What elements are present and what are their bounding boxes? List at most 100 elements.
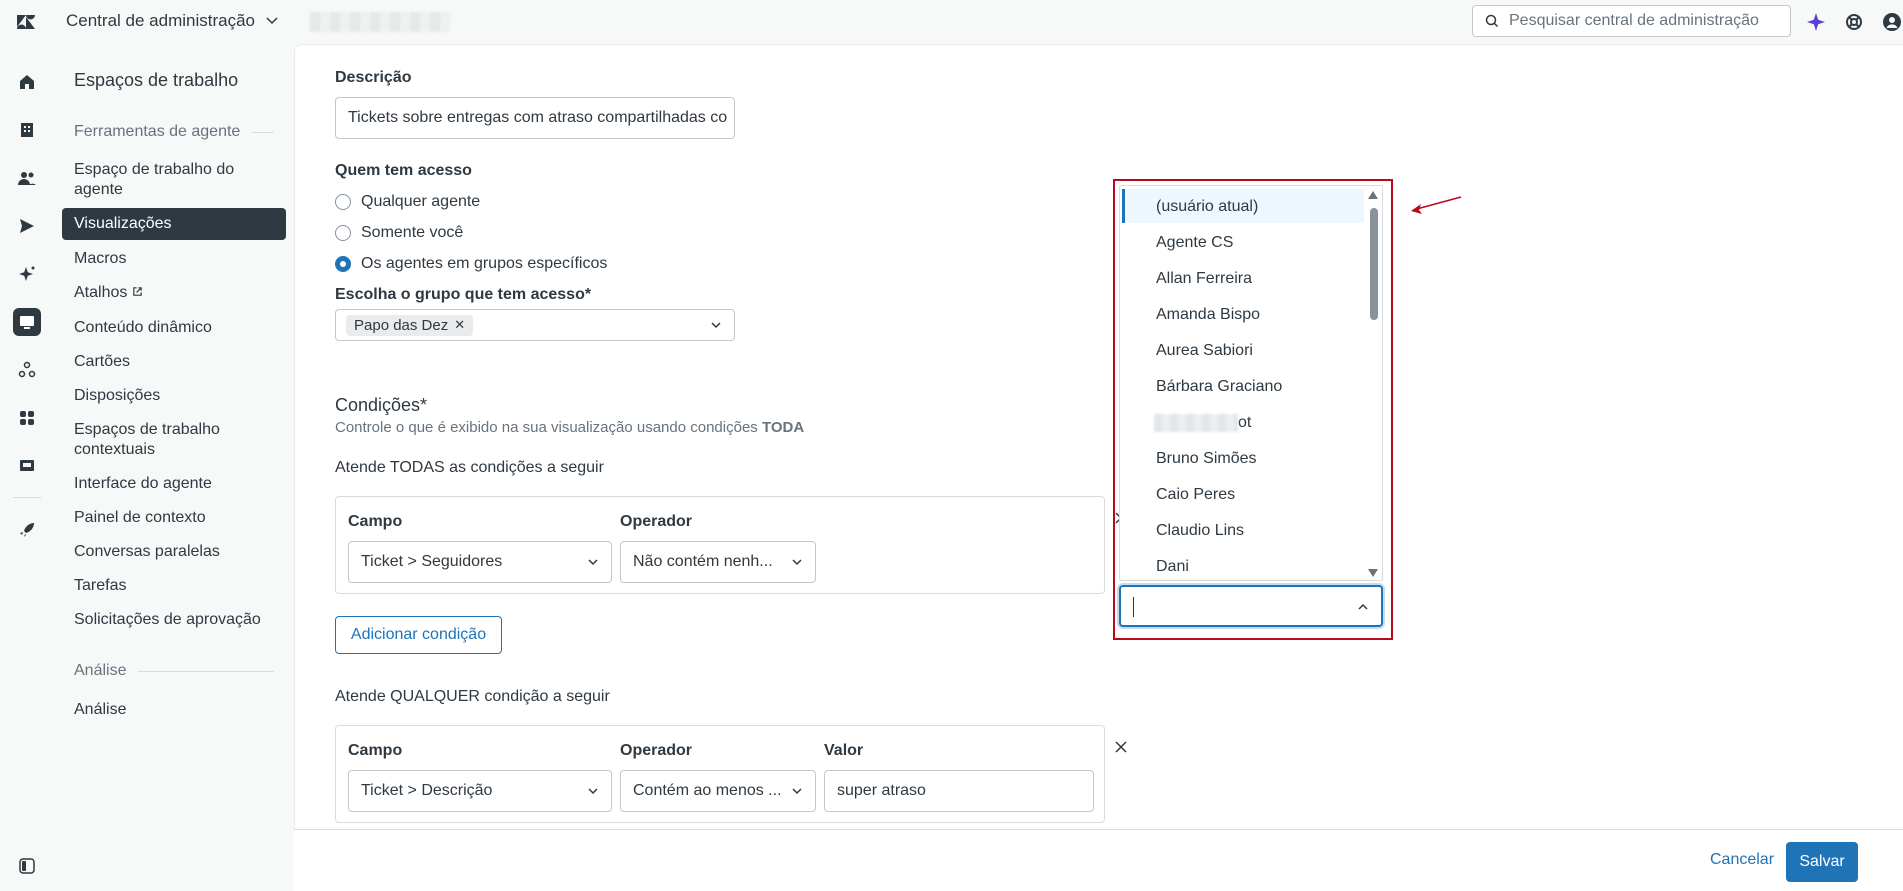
rail-channels[interactable]	[13, 212, 41, 240]
nav-item-side-conversations[interactable]: Conversas paralelas	[74, 542, 274, 562]
annotation-arrow-icon	[1411, 196, 1462, 214]
dropdown-option[interactable]: Amanda Bispo	[1156, 306, 1260, 324]
chevron-down-icon	[266, 17, 278, 25]
user-avatar-button[interactable]	[1881, 11, 1903, 33]
description-input[interactable]: Tickets sobre entregas com atraso compar…	[335, 97, 735, 139]
apps-grid-icon	[20, 411, 34, 425]
search-input[interactable]: Pesquisar central de administração	[1472, 5, 1791, 37]
rail-collapse[interactable]	[13, 852, 41, 880]
dropdown-option[interactable]: Allan Ferreira	[1156, 270, 1252, 288]
nav-item-shortcuts-label: Atalhos	[74, 284, 128, 301]
dropdown-option[interactable]: Bárbara Graciano	[1156, 378, 1282, 396]
condition-field-value: Ticket > Descrição	[361, 782, 493, 799]
access-option-specific-groups[interactable]: Os agentes em grupos específicos	[335, 255, 607, 273]
remove-condition-icon[interactable]	[1112, 738, 1130, 756]
cancel-button[interactable]: Cancelar	[1710, 851, 1774, 869]
rail-getting-started[interactable]	[13, 516, 41, 544]
all-conditions-box: Campo Operador Ticket > Seguidores Não c…	[335, 496, 1105, 594]
field-column-label: Campo	[348, 513, 403, 530]
nav-item-macros[interactable]: Macros	[74, 249, 274, 269]
nav-section-label: Ferramentas de agente	[74, 123, 241, 140]
search-icon	[1485, 14, 1499, 28]
avatar-icon	[1883, 13, 1901, 31]
product-switcher[interactable]: Central de administração	[66, 11, 279, 31]
rail-objects[interactable]	[13, 356, 41, 384]
access-label: Quem tem acesso	[335, 162, 472, 179]
monitor-icon	[20, 316, 34, 329]
external-link-icon	[133, 287, 142, 296]
chevron-down-icon	[588, 559, 598, 566]
ai-assistant-button[interactable]	[1805, 11, 1827, 33]
nav-item-views[interactable]: Visualizações	[62, 208, 286, 240]
rail-account[interactable]	[13, 116, 41, 144]
condition-operator-value: Contém ao menos ...	[633, 782, 782, 799]
nav-item-dynamic-content[interactable]: Conteúdo dinâmico	[74, 318, 274, 338]
radio-label: Qualquer agente	[361, 193, 481, 210]
radio-label: Os agentes em grupos específicos	[361, 255, 608, 272]
group-multiselect[interactable]: Papo das Dez ✕	[335, 309, 735, 341]
dropdown-option[interactable]: ot	[1154, 414, 1251, 432]
radio-button-selected	[335, 256, 351, 272]
condition-value-input[interactable]: super atraso	[824, 770, 1094, 812]
conditions-hint: Controle o que é exibido na sua visualiz…	[335, 419, 804, 436]
access-option-only-you[interactable]: Somente você	[335, 224, 463, 242]
rail-home[interactable]	[13, 68, 41, 96]
nav-item-approval-requests[interactable]: Solicitações de aprovação	[74, 610, 274, 630]
building-icon	[21, 123, 33, 137]
any-conditions-title: Atende QUALQUER condição a seguir	[335, 688, 610, 705]
inbox-icon	[20, 460, 34, 471]
nav-item-contextual-workspaces[interactable]: Espaços de trabalho contextuais	[74, 420, 274, 460]
dropdown-option[interactable]: Dani	[1156, 558, 1189, 576]
add-condition-button[interactable]: Adicionar condição	[335, 616, 502, 654]
dropdown-option[interactable]: Aurea Sabiori	[1156, 342, 1253, 360]
conditions-title: Condições*	[335, 395, 428, 415]
condition-operator-select[interactable]: Não contém nenh...	[620, 541, 816, 583]
dropdown-option[interactable]: Bruno Simões	[1156, 450, 1257, 468]
tag-remove-icon[interactable]: ✕	[454, 317, 465, 333]
any-conditions-box: Campo Operador Valor Ticket > Descrição …	[335, 725, 1105, 823]
chevron-down-icon	[792, 788, 802, 795]
condition-field-select[interactable]: Ticket > Seguidores	[348, 541, 612, 583]
operator-column-label: Operador	[620, 513, 693, 530]
nav-section-agent-tools: Ferramentas de agente	[74, 123, 274, 141]
condition-operator-select[interactable]: Contém ao menos ...	[620, 770, 816, 812]
nav-item-cards[interactable]: Cartões	[74, 352, 274, 372]
field-column-label: Campo	[348, 742, 403, 759]
chevron-down-icon	[711, 322, 721, 329]
rail-workspaces[interactable]	[13, 308, 41, 336]
rail-apps[interactable]	[13, 404, 41, 432]
nav-item-agent-interface[interactable]: Interface do agente	[74, 474, 274, 494]
rail-people[interactable]	[13, 164, 41, 192]
operator-column-label: Operador	[620, 742, 693, 759]
people-icon	[18, 172, 36, 185]
dropdown-option[interactable]: Claudio Lins	[1156, 522, 1244, 540]
rail-integrations[interactable]	[13, 452, 41, 480]
nav-item-layouts[interactable]: Disposições	[74, 386, 274, 406]
access-option-any-agent[interactable]: Qualquer agente	[335, 193, 480, 211]
nav-item-analysis[interactable]: Análise	[74, 700, 274, 720]
zendesk-logo-icon[interactable]	[14, 10, 38, 34]
all-conditions-title: Atende TODAS as condições a seguir	[335, 459, 604, 476]
chevron-up-icon	[1358, 603, 1368, 610]
save-button[interactable]: Salvar	[1786, 842, 1858, 882]
rail-ai[interactable]	[13, 260, 41, 288]
condition-field-value: Ticket > Seguidores	[361, 553, 503, 570]
redacted-account-name	[310, 12, 450, 32]
footer-bar: Cancelar Salvar	[294, 829, 1903, 891]
condition-value-combobox[interactable]	[1119, 585, 1383, 627]
help-button[interactable]	[1843, 11, 1865, 33]
sidebar-toggle-icon	[19, 858, 35, 874]
nav-item-agent-workspace[interactable]: Espaço de trabalho do agente	[74, 160, 274, 200]
scroll-down-arrow-icon[interactable]	[1367, 568, 1379, 578]
nav-item-context-panel[interactable]: Painel de contexto	[74, 508, 274, 528]
dropdown-option[interactable]: Caio Peres	[1156, 486, 1235, 504]
sparkle-icon	[1807, 13, 1825, 31]
rail-divider	[13, 497, 41, 498]
nav-item-tasks[interactable]: Tarefas	[74, 576, 274, 596]
lifebuoy-icon	[1846, 14, 1862, 30]
group-tag-label: Papo das Dez	[354, 316, 449, 334]
nav-item-shortcuts[interactable]: Atalhos	[74, 283, 274, 303]
condition-field-select[interactable]: Ticket > Descrição	[348, 770, 612, 812]
home-icon	[20, 75, 34, 89]
top-bar: Central de administração Pesquisar centr…	[0, 0, 1903, 44]
